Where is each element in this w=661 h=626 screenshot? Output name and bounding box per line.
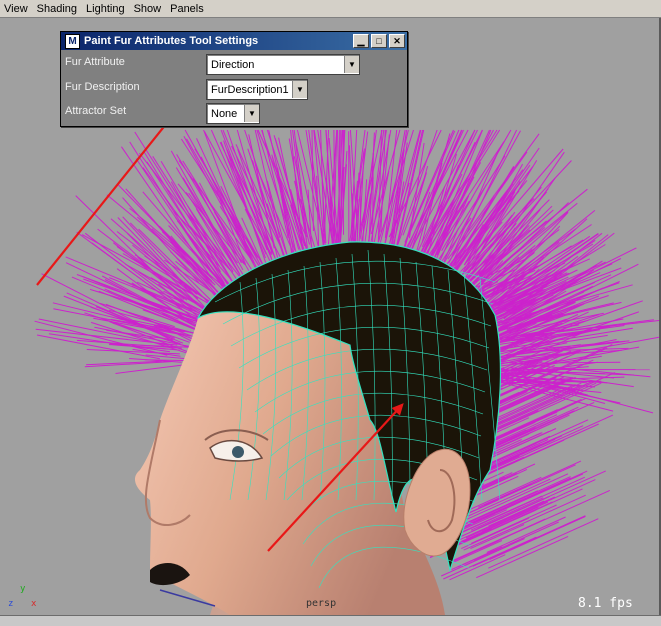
tool-window-title: Paint Fur Attributes Tool Settings <box>84 35 353 47</box>
fps-readout: 8.1 fps <box>578 596 633 611</box>
chevron-down-icon[interactable]: ▼ <box>244 105 259 122</box>
fur-attribute-row: Fur Attribute Direction ▼ <box>61 52 407 72</box>
menu-panels[interactable]: Panels <box>166 3 209 15</box>
attractor-set-label: Attractor Set <box>65 105 126 117</box>
fur-description-dropdown[interactable]: FurDescription1 ▼ <box>206 79 308 100</box>
fur-strand <box>489 501 545 526</box>
attractor-set-value: None <box>207 108 244 120</box>
attractor-set-row: Attractor Set None ▼ <box>61 101 407 121</box>
fur-strand <box>312 130 313 231</box>
fur-description-label: Fur Description <box>65 81 140 93</box>
maya-logo-icon: M <box>65 34 80 49</box>
camera-label: persp <box>306 598 336 609</box>
viewport-bottom-border <box>0 615 661 626</box>
close-button[interactable]: ✕ <box>389 34 405 48</box>
menu-shading[interactable]: Shading <box>33 3 82 15</box>
fur-strand <box>448 134 539 259</box>
minimize-button[interactable]: ▁ <box>353 34 369 48</box>
fur-strand <box>476 536 568 577</box>
axis-y-label: y <box>20 584 25 594</box>
axis-gizmo: y z x <box>8 584 44 614</box>
fur-attribute-dropdown[interactable]: Direction ▼ <box>206 54 360 75</box>
fur-attribute-label: Fur Attribute <box>65 56 125 68</box>
maximize-button[interactable]: □ <box>371 34 387 48</box>
fur-description-value: FurDescription1 <box>207 84 292 96</box>
panel-menubar: View Shading Lighting Show Panels <box>0 0 661 18</box>
menu-show[interactable]: Show <box>130 3 167 15</box>
fur-attribute-value: Direction <box>207 59 344 71</box>
fur-strand <box>484 484 532 505</box>
fur-strand <box>488 519 598 569</box>
paint-fur-tool-window[interactable]: M Paint Fur Attributes Tool Settings ▁ □… <box>60 31 408 127</box>
fur-description-row: Fur Description FurDescription1 ▼ <box>61 77 407 97</box>
menu-lighting[interactable]: Lighting <box>82 3 130 15</box>
tool-window-titlebar[interactable]: M Paint Fur Attributes Tool Settings ▁ □… <box>61 32 407 50</box>
axis-z-label: z <box>8 599 13 609</box>
chevron-down-icon[interactable]: ▼ <box>344 56 359 73</box>
fur-strand <box>363 130 376 230</box>
fur-strand <box>227 130 271 259</box>
chevron-down-icon[interactable]: ▼ <box>292 81 307 98</box>
axis-x-label: x <box>31 599 36 609</box>
menu-view[interactable]: View <box>0 3 33 15</box>
attractor-set-dropdown[interactable]: None ▼ <box>206 103 260 124</box>
